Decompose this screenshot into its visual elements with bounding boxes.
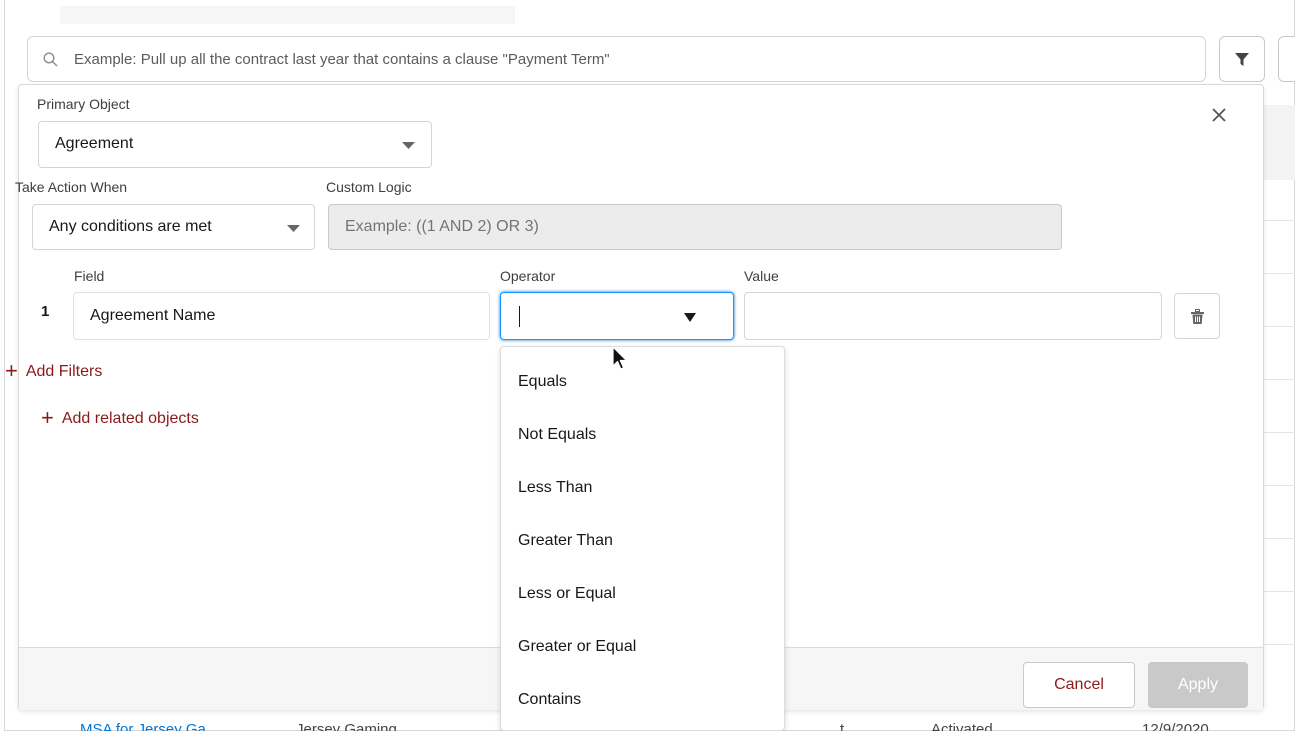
option-greater-or-equal[interactable]: Greater or Equal	[518, 638, 636, 656]
header-strip	[60, 6, 515, 24]
custom-logic-placeholder: Example: ((1 AND 2) OR 3)	[345, 218, 539, 235]
operator-select[interactable]	[500, 292, 734, 340]
apply-button[interactable]: Apply	[1148, 662, 1248, 708]
mouse-pointer-icon	[612, 346, 628, 370]
status-cell: Activated	[931, 721, 993, 731]
table-row-divider	[1264, 538, 1295, 539]
search-icon	[43, 52, 58, 67]
take-action-value: Any conditions are met	[49, 218, 212, 235]
trash-icon	[1191, 309, 1204, 324]
filter-button[interactable]	[1219, 36, 1265, 82]
custom-logic-label: Custom Logic	[326, 179, 412, 195]
primary-object-value: Agreement	[55, 135, 134, 152]
operator-dropdown: Equals Not Equals Less Than Greater Than…	[500, 346, 785, 731]
filter-row-number: 1	[41, 303, 50, 320]
table-row-divider	[1264, 220, 1295, 221]
add-filters-link[interactable]: + Add Filters	[5, 356, 103, 383]
cancel-button[interactable]: Cancel	[1023, 662, 1135, 708]
option-greater-than[interactable]: Greater Than	[518, 532, 613, 550]
text-cursor	[519, 306, 520, 327]
primary-object-select[interactable]: Agreement	[38, 121, 432, 168]
primary-object-label: Primary Object	[37, 96, 130, 112]
option-less-or-equal[interactable]: Less or Equal	[518, 585, 616, 603]
caret-down-icon	[684, 313, 696, 322]
option-contains[interactable]: Contains	[518, 691, 581, 709]
option-equals[interactable]: Equals	[518, 373, 567, 391]
field-column-label: Field	[74, 268, 105, 284]
value-column-label: Value	[744, 268, 779, 284]
table-header-fragment	[1264, 105, 1295, 180]
option-less-than[interactable]: Less Than	[518, 479, 592, 497]
table-row-divider	[1264, 273, 1295, 274]
take-action-select[interactable]: Any conditions are met	[32, 204, 315, 250]
take-action-label: Take Action When	[15, 179, 128, 195]
close-icon[interactable]	[1209, 105, 1229, 125]
add-related-objects-link[interactable]: + Add related objects	[41, 403, 199, 430]
operator-column-label: Operator	[500, 268, 556, 284]
table-row-divider	[1264, 326, 1295, 327]
table-row-divider	[1264, 432, 1295, 433]
date-cell: 12/9/2020	[1142, 721, 1209, 731]
table-row-divider	[1264, 644, 1295, 645]
field-value: Agreement Name	[90, 307, 216, 324]
chevron-down-icon	[402, 142, 415, 149]
table-row-divider	[1264, 485, 1295, 486]
chevron-down-icon	[287, 225, 300, 232]
add-filters-label: Add Filters	[25, 363, 103, 380]
delete-row-button[interactable]	[1174, 293, 1220, 339]
plus-icon: +	[41, 405, 54, 430]
agreement-name-link[interactable]: MSA for Jersey Ga	[80, 721, 206, 731]
filter-icon	[1235, 53, 1249, 66]
search-bar[interactable]: Example: Pull up all the contract last y…	[27, 36, 1206, 82]
option-not-equals[interactable]: Not Equals	[518, 426, 596, 444]
add-related-objects-label: Add related objects	[61, 410, 199, 427]
account-cell: Jersey Gaming	[296, 721, 397, 731]
cell-fragment: t	[840, 721, 845, 731]
plus-icon: +	[5, 358, 18, 383]
search-placeholder: Example: Pull up all the contract last y…	[74, 51, 610, 68]
value-input[interactable]	[744, 292, 1162, 340]
table-row-divider	[1264, 379, 1295, 380]
overflow-button[interactable]	[1278, 36, 1295, 82]
custom-logic-input[interactable]: Example: ((1 AND 2) OR 3)	[328, 204, 1062, 250]
field-input[interactable]: Agreement Name	[73, 292, 490, 340]
table-row-divider	[1264, 591, 1295, 592]
